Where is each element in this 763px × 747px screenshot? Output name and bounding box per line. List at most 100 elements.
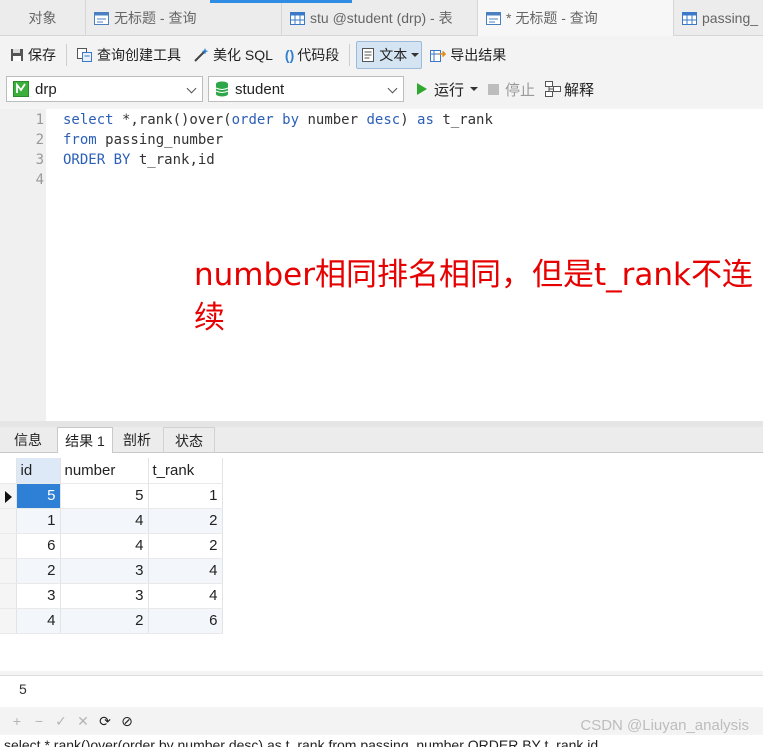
table-row[interactable]: 1 4 2 xyxy=(0,508,223,534)
explain-label: 解释 xyxy=(564,81,595,99)
cell-id[interactable]: 1 xyxy=(16,508,61,534)
query-builder-button[interactable]: 查询创建工具 xyxy=(73,41,185,69)
connection-name: drp xyxy=(35,80,57,98)
delete-record-icon[interactable]: − xyxy=(30,713,48,729)
tab-result-1[interactable]: 结果 1 xyxy=(57,427,113,454)
cell-t-rank[interactable]: 4 xyxy=(148,583,223,609)
row-indicator[interactable] xyxy=(0,533,17,559)
watermark: CSDN @Liuyan_analysis xyxy=(580,717,749,734)
sql-editor[interactable]: 1 2 3 4 select *,rank()over(order by num… xyxy=(0,109,763,421)
tab-untitled-query-modified[interactable]: * 无标题 - 查询 xyxy=(478,0,674,36)
tab-passing-number[interactable]: passing_ xyxy=(674,0,763,36)
stop-icon[interactable]: ⊘ xyxy=(118,713,136,730)
text-mode-label: 文本 xyxy=(379,47,408,63)
apply-changes-icon[interactable]: ✓ xyxy=(52,713,70,730)
chevron-down-icon[interactable] xyxy=(470,87,479,91)
cell-t-rank[interactable]: 2 xyxy=(148,533,223,559)
connection-select[interactable]: drp xyxy=(6,76,203,102)
cell-id[interactable]: 5 xyxy=(16,483,61,509)
row-header-corner xyxy=(0,458,17,484)
cell-id[interactable]: 2 xyxy=(16,558,61,584)
sql-keyword: select xyxy=(63,112,114,128)
sql-text: ) xyxy=(400,112,418,128)
column-header-number[interactable]: number xyxy=(60,458,149,484)
header-row: id number t_rank xyxy=(0,458,223,484)
code-line: from passing_number xyxy=(63,132,223,148)
discard-changes-icon[interactable]: ✕ xyxy=(74,713,92,730)
table-row[interactable]: 6 4 2 xyxy=(0,533,223,559)
tab-label: 无标题 - 查询 xyxy=(114,10,197,26)
row-indicator[interactable] xyxy=(0,583,17,609)
result-grid: id number t_rank 5 5 1 1 4 2 6 4 2 2 3 4… xyxy=(0,458,223,634)
cell-t-rank[interactable]: 6 xyxy=(148,608,223,634)
table-row[interactable]: 2 3 4 xyxy=(0,558,223,584)
refresh-icon[interactable]: ⟳ xyxy=(96,713,114,730)
run-button[interactable]: 运行 xyxy=(416,79,479,100)
text-mode-button[interactable]: 文本 xyxy=(356,41,423,69)
toolbar-divider xyxy=(349,44,351,66)
tab-status[interactable]: 状态 xyxy=(163,427,215,453)
cell-t-rank[interactable]: 1 xyxy=(148,483,223,509)
row-indicator[interactable] xyxy=(0,483,17,509)
cell-id[interactable]: 3 xyxy=(16,583,61,609)
export-results-button[interactable]: 导出结果 xyxy=(426,41,510,69)
save-label: 保存 xyxy=(28,47,56,63)
toolbar-divider xyxy=(66,44,67,66)
cell-id[interactable]: 4 xyxy=(16,608,61,634)
cell-t-rank[interactable]: 2 xyxy=(148,508,223,534)
sql-keyword: from xyxy=(63,132,97,148)
tab-profile[interactable]: 剖析 xyxy=(113,427,161,453)
beautify-sql-label: 美化 SQL xyxy=(213,47,273,63)
sql-text: t_rank,id xyxy=(130,152,215,168)
cell-number[interactable]: 3 xyxy=(60,583,149,609)
stop-button[interactable]: 停止 xyxy=(488,79,535,100)
value-pane: 5 xyxy=(0,675,763,707)
cell-number[interactable]: 4 xyxy=(60,533,149,559)
tab-label: 结果 1 xyxy=(65,432,105,449)
cell-number[interactable]: 4 xyxy=(60,508,149,534)
row-indicator[interactable] xyxy=(0,558,17,584)
tab-info[interactable]: 信息 xyxy=(0,427,56,453)
explain-button[interactable]: 解释 xyxy=(545,79,594,100)
database-icon xyxy=(215,81,229,97)
status-sql-text: select *,rank()over(order by number desc… xyxy=(4,737,599,747)
cell-number[interactable]: 2 xyxy=(60,608,149,634)
result-tab-strip: 信息 结果 1 剖析 状态 xyxy=(0,427,763,454)
column-header-id[interactable]: id xyxy=(16,458,61,484)
cell-number[interactable]: 3 xyxy=(60,558,149,584)
database-name: student xyxy=(235,80,285,98)
code-snippet-button[interactable]: () 代码段 xyxy=(281,41,343,69)
code-line: ORDER BY t_rank,id xyxy=(63,152,215,168)
add-record-icon[interactable]: + xyxy=(8,713,26,729)
save-button[interactable]: 保存 xyxy=(6,41,60,69)
value-text: 5 xyxy=(19,681,27,697)
query-icon xyxy=(94,11,109,25)
row-indicator[interactable] xyxy=(0,508,17,534)
active-tab-indicator xyxy=(210,0,352,3)
tab-untitled-query[interactable]: 无标题 - 查询 xyxy=(86,0,282,36)
cell-t-rank[interactable]: 4 xyxy=(148,558,223,584)
tab-label: 对象 xyxy=(28,10,57,26)
table-row[interactable]: 3 3 4 xyxy=(0,583,223,609)
tab-stu-table[interactable]: stu @student (drp) - 表 xyxy=(282,0,478,36)
database-select[interactable]: student xyxy=(208,76,404,102)
cell-id[interactable]: 6 xyxy=(16,533,61,559)
line-number: 4 xyxy=(35,172,44,188)
table-row[interactable]: 5 5 1 xyxy=(0,483,223,509)
sql-keyword: as xyxy=(417,112,434,128)
sql-text: number xyxy=(299,112,367,128)
cell-number[interactable]: 5 xyxy=(60,483,149,509)
line-number: 3 xyxy=(35,152,44,168)
tab-label: 状态 xyxy=(175,432,203,449)
export-icon xyxy=(430,50,447,62)
table-icon xyxy=(290,11,305,25)
magic-wand-icon xyxy=(194,48,209,62)
beautify-sql-button[interactable]: 美化 SQL xyxy=(189,41,277,69)
column-header-t-rank[interactable]: t_rank xyxy=(148,458,223,484)
table-row[interactable]: 4 2 6 xyxy=(0,608,223,634)
tab-label: 信息 xyxy=(14,432,42,448)
row-indicator[interactable] xyxy=(0,608,17,634)
current-row-arrow-icon xyxy=(5,490,12,503)
chevron-down-icon[interactable] xyxy=(411,53,420,57)
tab-objects[interactable]: 对象 xyxy=(0,0,86,36)
